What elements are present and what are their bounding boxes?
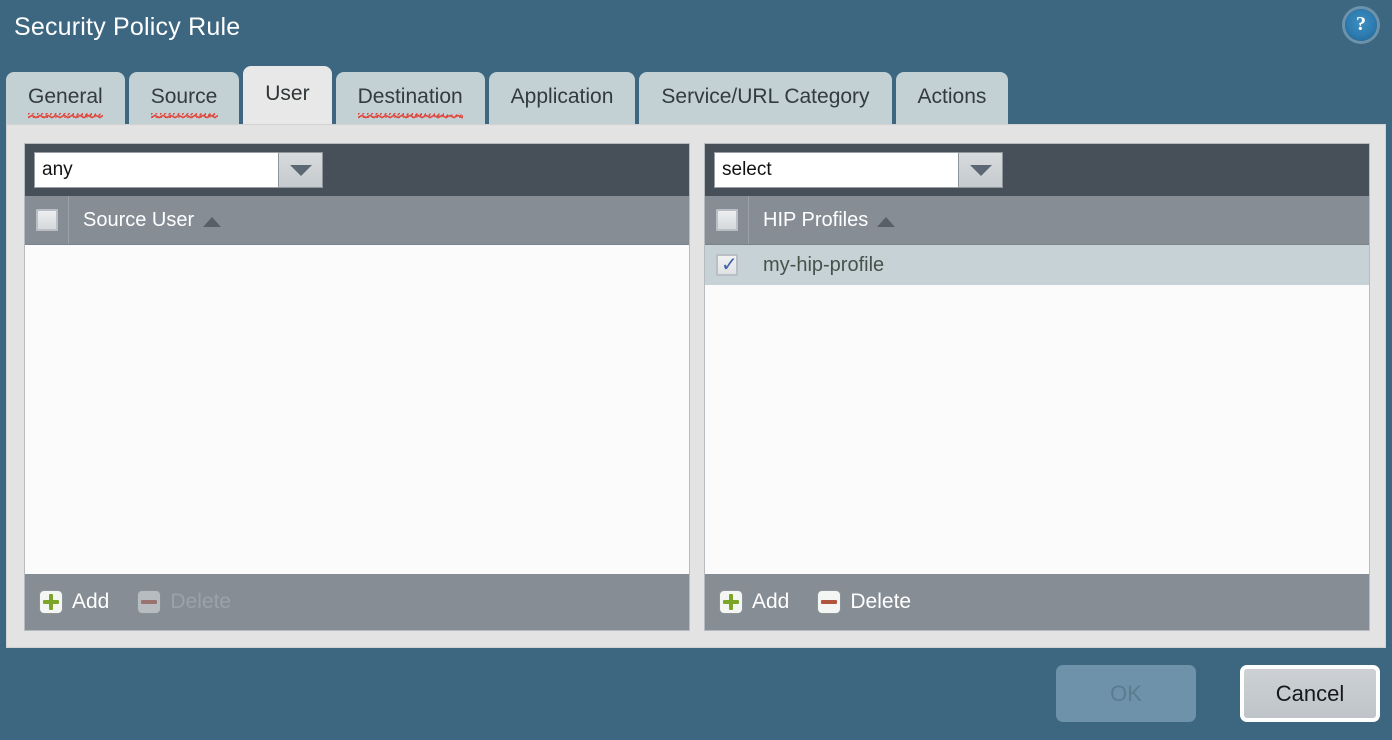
source-user-toolbar: any [25,144,689,196]
hip-profiles-delete-button[interactable]: Delete [817,590,911,614]
tab-actions[interactable]: Actions [895,72,1009,124]
tab-source-label: Source [151,85,218,111]
hip-profiles-toolbar: select [705,144,1369,196]
dialog-titlebar: Security Policy Rule ? [0,0,1392,62]
tab-user[interactable]: User [243,66,332,124]
hip-profiles-delete-label: Delete [850,590,912,613]
tab-source[interactable]: Source [128,72,240,124]
source-user-column-header: Source User [25,196,689,245]
tab-actions-label: Actions [917,85,987,108]
hip-profiles-header-title[interactable]: HIP Profiles [749,208,896,232]
hip-profiles-add-label: Add [752,590,790,613]
page-title: Security Policy Rule [14,13,241,41]
plus-icon [719,590,743,614]
tab-user-label: User [265,82,310,105]
sort-ascending-icon [877,216,896,227]
tab-content-user: any Source User Add Delete select HIP Pr… [6,124,1386,648]
source-user-header-title[interactable]: Source User [69,208,222,232]
spellcheck-squiggle [28,114,103,120]
tab-service-url-category-label: Service/URL Category [661,85,870,108]
hip-profiles-add-button[interactable]: Add [719,590,789,614]
tab-application[interactable]: Application [488,72,636,124]
source-user-delete-button: Delete [137,590,231,614]
help-question-icon[interactable]: ? [1345,9,1377,41]
source-user-add-button[interactable]: Add [39,590,109,614]
tab-strip: General Source User Destination Applicat… [0,66,1392,124]
chevron-down-icon [289,164,312,176]
dialog-action-bar: OK Cancel [0,648,1392,740]
source-user-list[interactable] [25,245,689,574]
source-user-delete-label: Delete [170,590,232,613]
cancel-button[interactable]: Cancel [1240,665,1380,722]
checkmark-icon: ✓ [721,252,738,276]
source-user-footer: Add Delete [25,574,689,630]
hip-profiles-filter-input[interactable]: select [714,152,958,188]
spellcheck-squiggle [357,114,463,120]
hip-profile-row-label: my-hip-profile [763,253,885,276]
source-user-header-label: Source User [83,208,195,231]
hip-profiles-panel: select HIP Profiles ✓ my-hip-profile Add… [704,143,1370,631]
tab-general[interactable]: General [6,72,125,124]
tab-general-label: General [28,85,103,111]
hip-profiles-footer: Add Delete [705,574,1369,630]
hip-profile-row-check-cell[interactable]: ✓ [705,245,749,285]
tab-service-url-category[interactable]: Service/URL Category [639,72,892,124]
source-user-filter-input[interactable]: any [34,152,278,188]
hip-profiles-filter-dropdown-button[interactable] [958,152,1003,188]
tab-application-label: Application [510,85,614,108]
spellcheck-squiggle [150,114,218,120]
source-user-select-all-checkbox[interactable] [35,209,58,231]
panels-container: any Source User Add Delete select HIP Pr… [24,143,1370,631]
hip-profiles-list[interactable]: ✓ my-hip-profile [705,245,1369,574]
table-row[interactable]: ✓ my-hip-profile [705,245,1369,285]
hip-profiles-header-label: HIP Profiles [763,208,869,231]
tab-destination[interactable]: Destination [335,72,485,124]
source-user-select-all-cell[interactable] [25,196,69,244]
plus-icon [39,590,63,614]
minus-icon [817,590,842,614]
tab-destination-label: Destination [358,85,463,111]
help-glyph: ? [1356,13,1366,35]
source-user-panel: any Source User Add Delete [24,143,690,631]
hip-profile-row-checkbox[interactable]: ✓ [716,252,738,276]
hip-profiles-select-all-checkbox[interactable] [715,209,738,231]
hip-profiles-filter-combo[interactable]: select [714,152,1003,188]
sort-ascending-icon [203,216,222,227]
chevron-down-icon [969,164,992,176]
source-user-filter-combo[interactable]: any [34,152,323,188]
hip-profiles-select-all-cell[interactable] [705,196,749,244]
ok-button: OK [1056,665,1196,722]
hip-profiles-column-header: HIP Profiles [705,196,1369,245]
source-user-filter-dropdown-button[interactable] [278,152,323,188]
source-user-add-label: Add [72,590,110,613]
minus-icon [137,590,162,614]
